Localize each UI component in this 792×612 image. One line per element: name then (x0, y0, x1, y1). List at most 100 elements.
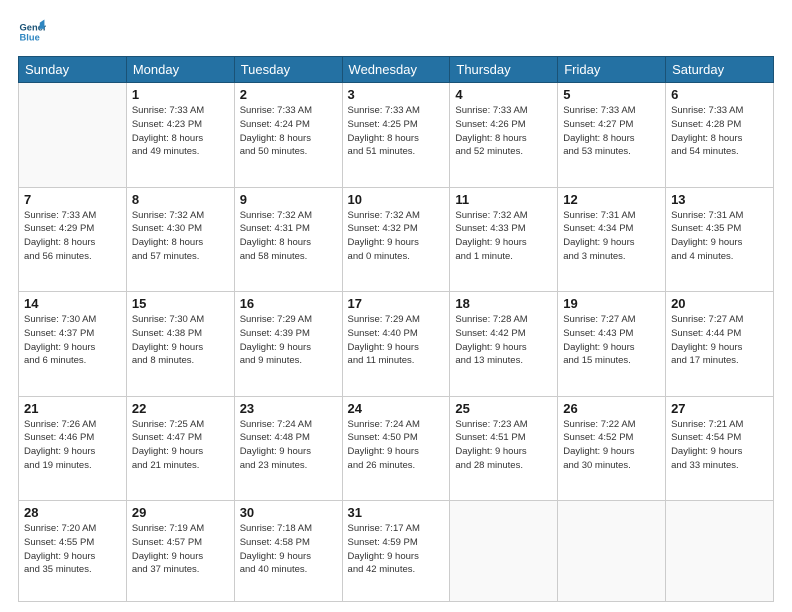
day-info: Sunrise: 7:30 AMSunset: 4:37 PMDaylight:… (24, 313, 121, 368)
col-saturday: Saturday (666, 57, 774, 83)
day-info: Sunrise: 7:27 AMSunset: 4:43 PMDaylight:… (563, 313, 660, 368)
table-row: 5 Sunrise: 7:33 AMSunset: 4:27 PMDaylight… (558, 83, 666, 188)
table-row: 1Sunrise: 7:33 AMSunset: 4:23 PMDaylight… (126, 83, 234, 188)
table-row: 13Sunrise: 7:31 AMSunset: 4:35 PMDayligh… (666, 187, 774, 292)
day-info: Sunrise: 7:28 AMSunset: 4:42 PMDaylight:… (455, 313, 552, 368)
day-number: 26 (563, 401, 660, 416)
day-number: 9 (240, 192, 337, 207)
day-number: 17 (348, 296, 445, 311)
table-row: 17 Sunrise: 7:29 AMSunset: 4:40 PMDayligh… (342, 292, 450, 397)
calendar-body: 1Sunrise: 7:33 AMSunset: 4:23 PMDaylight… (19, 83, 774, 602)
col-wednesday: Wednesday (342, 57, 450, 83)
logo: General Blue (18, 18, 50, 46)
day-number: 2 (240, 87, 337, 102)
col-tuesday: Tuesday (234, 57, 342, 83)
day-number: 24 (348, 401, 445, 416)
day-info: Sunrise: 7:33 AMSunset: 4:27 PMDaylight:… (563, 104, 660, 159)
table-row: 12 Sunrise: 7:31 AMSunset: 4:34 PMDayligh… (558, 187, 666, 292)
col-monday: Monday (126, 57, 234, 83)
table-row: 3 Sunrise: 7:33 AMSunset: 4:25 PMDaylight… (342, 83, 450, 188)
table-row: 22 Sunrise: 7:25 AMSunset: 4:47 PMDayligh… (126, 396, 234, 501)
day-number: 12 (563, 192, 660, 207)
table-row (450, 501, 558, 602)
header: General Blue (18, 18, 774, 46)
col-sunday: Sunday (19, 57, 127, 83)
day-info: Sunrise: 7:32 AMSunset: 4:31 PMDaylight:… (240, 209, 337, 264)
day-number: 4 (455, 87, 552, 102)
day-info: Sunrise: 7:24 AMSunset: 4:50 PMDaylight:… (348, 418, 445, 473)
day-info: Sunrise: 7:33 AMSunset: 4:29 PMDaylight:… (24, 209, 121, 264)
day-info: Sunrise: 7:33 AMSunset: 4:26 PMDaylight:… (455, 104, 552, 159)
day-number: 30 (240, 505, 337, 520)
table-row: 24 Sunrise: 7:24 AMSunset: 4:50 PMDayligh… (342, 396, 450, 501)
day-info: Sunrise: 7:33 AMSunset: 4:23 PMDaylight:… (132, 104, 229, 159)
table-row (19, 83, 127, 188)
day-number: 14 (24, 296, 121, 311)
table-row: 25Sunrise: 7:23 AMSunset: 4:51 PMDayligh… (450, 396, 558, 501)
calendar-table: Sunday Monday Tuesday Wednesday Thursday… (18, 56, 774, 602)
day-info: Sunrise: 7:33 AMSunset: 4:25 PMDaylight:… (348, 104, 445, 159)
day-number: 31 (348, 505, 445, 520)
table-row (666, 501, 774, 602)
table-row: 26 Sunrise: 7:22 AMSunset: 4:52 PMDayligh… (558, 396, 666, 501)
col-friday: Friday (558, 57, 666, 83)
svg-text:Blue: Blue (20, 33, 40, 43)
day-info: Sunrise: 7:29 AMSunset: 4:40 PMDaylight:… (348, 313, 445, 368)
day-number: 7 (24, 192, 121, 207)
day-info: Sunrise: 7:33 AMSunset: 4:28 PMDaylight:… (671, 104, 768, 159)
day-number: 22 (132, 401, 229, 416)
table-row: 11 Sunrise: 7:32 AMSunset: 4:33 PMDayligh… (450, 187, 558, 292)
table-row: 7 Sunrise: 7:33 AMSunset: 4:29 PMDaylight… (19, 187, 127, 292)
day-number: 6 (671, 87, 768, 102)
day-number: 11 (455, 192, 552, 207)
day-number: 21 (24, 401, 121, 416)
day-info: Sunrise: 7:25 AMSunset: 4:47 PMDaylight:… (132, 418, 229, 473)
day-info: Sunrise: 7:18 AMSunset: 4:58 PMDaylight:… (240, 522, 337, 577)
day-info: Sunrise: 7:22 AMSunset: 4:52 PMDaylight:… (563, 418, 660, 473)
day-number: 3 (348, 87, 445, 102)
table-row: 9 Sunrise: 7:32 AMSunset: 4:31 PMDaylight… (234, 187, 342, 292)
day-number: 29 (132, 505, 229, 520)
day-number: 23 (240, 401, 337, 416)
table-row: 2 Sunrise: 7:33 AMSunset: 4:24 PMDaylight… (234, 83, 342, 188)
header-row: Sunday Monday Tuesday Wednesday Thursday… (19, 57, 774, 83)
day-info: Sunrise: 7:32 AMSunset: 4:30 PMDaylight:… (132, 209, 229, 264)
table-row: 18 Sunrise: 7:28 AMSunset: 4:42 PMDayligh… (450, 292, 558, 397)
table-row: 30 Sunrise: 7:18 AMSunset: 4:58 PMDayligh… (234, 501, 342, 602)
calendar-header: Sunday Monday Tuesday Wednesday Thursday… (19, 57, 774, 83)
day-info: Sunrise: 7:24 AMSunset: 4:48 PMDaylight:… (240, 418, 337, 473)
day-info: Sunrise: 7:31 AMSunset: 4:34 PMDaylight:… (563, 209, 660, 264)
day-info: Sunrise: 7:33 AMSunset: 4:24 PMDaylight:… (240, 104, 337, 159)
day-number: 8 (132, 192, 229, 207)
day-number: 13 (671, 192, 768, 207)
day-number: 28 (24, 505, 121, 520)
table-row (558, 501, 666, 602)
day-number: 16 (240, 296, 337, 311)
table-row: 20Sunrise: 7:27 AMSunset: 4:44 PMDayligh… (666, 292, 774, 397)
day-info: Sunrise: 7:21 AMSunset: 4:54 PMDaylight:… (671, 418, 768, 473)
table-row: 31 Sunrise: 7:17 AMSunset: 4:59 PMDayligh… (342, 501, 450, 602)
day-number: 27 (671, 401, 768, 416)
table-row: 23 Sunrise: 7:24 AMSunset: 4:48 PMDayligh… (234, 396, 342, 501)
table-row: 10Sunrise: 7:32 AMSunset: 4:32 PMDayligh… (342, 187, 450, 292)
day-number: 18 (455, 296, 552, 311)
table-row: 6 Sunrise: 7:33 AMSunset: 4:28 PMDaylight… (666, 83, 774, 188)
table-row: 21 Sunrise: 7:26 AMSunset: 4:46 PMDayligh… (19, 396, 127, 501)
table-row: 19 Sunrise: 7:27 AMSunset: 4:43 PMDayligh… (558, 292, 666, 397)
day-info: Sunrise: 7:26 AMSunset: 4:46 PMDaylight:… (24, 418, 121, 473)
col-thursday: Thursday (450, 57, 558, 83)
day-number: 19 (563, 296, 660, 311)
day-number: 5 (563, 87, 660, 102)
page: General Blue Sunday Monday Tuesday Wedne… (0, 0, 792, 612)
day-number: 15 (132, 296, 229, 311)
table-row: 4 Sunrise: 7:33 AMSunset: 4:26 PMDaylight… (450, 83, 558, 188)
table-row: 27 Sunrise: 7:21 AMSunset: 4:54 PMDayligh… (666, 396, 774, 501)
day-info: Sunrise: 7:30 AMSunset: 4:38 PMDaylight:… (132, 313, 229, 368)
day-info: Sunrise: 7:20 AMSunset: 4:55 PMDaylight:… (24, 522, 121, 577)
table-row: 16 Sunrise: 7:29 AMSunset: 4:39 PMDayligh… (234, 292, 342, 397)
table-row: 15 Sunrise: 7:30 AMSunset: 4:38 PMDayligh… (126, 292, 234, 397)
day-info: Sunrise: 7:27 AMSunset: 4:44 PMDaylight:… (671, 313, 768, 368)
day-info: Sunrise: 7:32 AMSunset: 4:33 PMDaylight:… (455, 209, 552, 264)
day-info: Sunrise: 7:29 AMSunset: 4:39 PMDaylight:… (240, 313, 337, 368)
day-info: Sunrise: 7:17 AMSunset: 4:59 PMDaylight:… (348, 522, 445, 577)
